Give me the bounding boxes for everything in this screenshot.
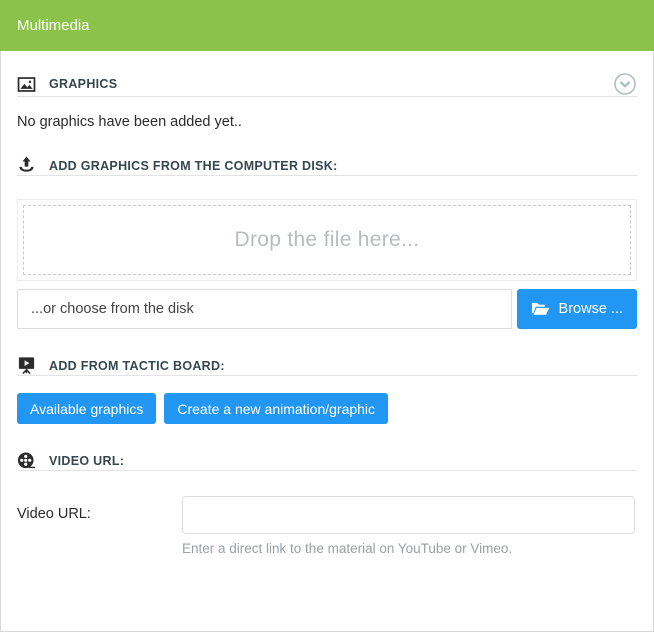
add-from-disk-label: ADD GRAPHICS FROM THE COMPUTER DISK: — [49, 159, 338, 173]
panel-title: Multimedia — [17, 17, 90, 34]
video-url-label: VIDEO URL: — [49, 454, 124, 468]
panel-header: Multimedia — [0, 0, 654, 51]
no-graphics-message: No graphics have been added yet.. — [17, 114, 637, 130]
folder-open-icon — [531, 300, 550, 319]
available-graphics-button[interactable]: Available graphics — [17, 393, 156, 424]
collapse-chevron-icon[interactable] — [613, 72, 637, 96]
image-icon — [17, 75, 36, 94]
dropzone-text: Drop the file here... — [235, 228, 420, 252]
tactic-board-label: ADD FROM TACTIC BOARD: — [49, 359, 225, 373]
graphics-section-label: GRAPHICS — [49, 77, 117, 91]
video-url-helper-text: Enter a direct link to the material on Y… — [182, 541, 637, 556]
dropzone-container: Drop the file here... — [17, 199, 637, 281]
video-url-field-label: Video URL: — [17, 496, 182, 522]
video-url-section-header: VIDEO URL: — [17, 451, 637, 470]
create-animation-button[interactable]: Create a new animation/graphic — [164, 393, 388, 424]
divider — [17, 175, 637, 176]
file-path-input[interactable] — [17, 289, 512, 329]
tactic-board-icon — [17, 356, 36, 375]
browse-button-label: Browse ... — [559, 301, 623, 317]
file-choose-row: Browse ... — [17, 289, 637, 329]
video-url-input[interactable] — [182, 496, 635, 534]
film-reel-icon — [17, 451, 36, 470]
multimedia-panel: Multimedia GRAPHICS No graphics — [0, 0, 654, 632]
tactic-board-buttons: Available graphics Create a new animatio… — [17, 393, 637, 424]
tactic-board-section-header: ADD FROM TACTIC BOARD: — [17, 356, 637, 375]
upload-icon — [17, 156, 36, 175]
browse-button[interactable]: Browse ... — [517, 289, 637, 329]
graphics-section-header: GRAPHICS — [17, 72, 637, 96]
divider — [17, 96, 637, 97]
file-dropzone[interactable]: Drop the file here... — [23, 205, 631, 275]
divider — [17, 470, 637, 471]
add-from-disk-section-header: ADD GRAPHICS FROM THE COMPUTER DISK: — [17, 156, 637, 175]
video-url-form-row: Video URL: — [17, 496, 637, 534]
divider — [17, 375, 637, 376]
